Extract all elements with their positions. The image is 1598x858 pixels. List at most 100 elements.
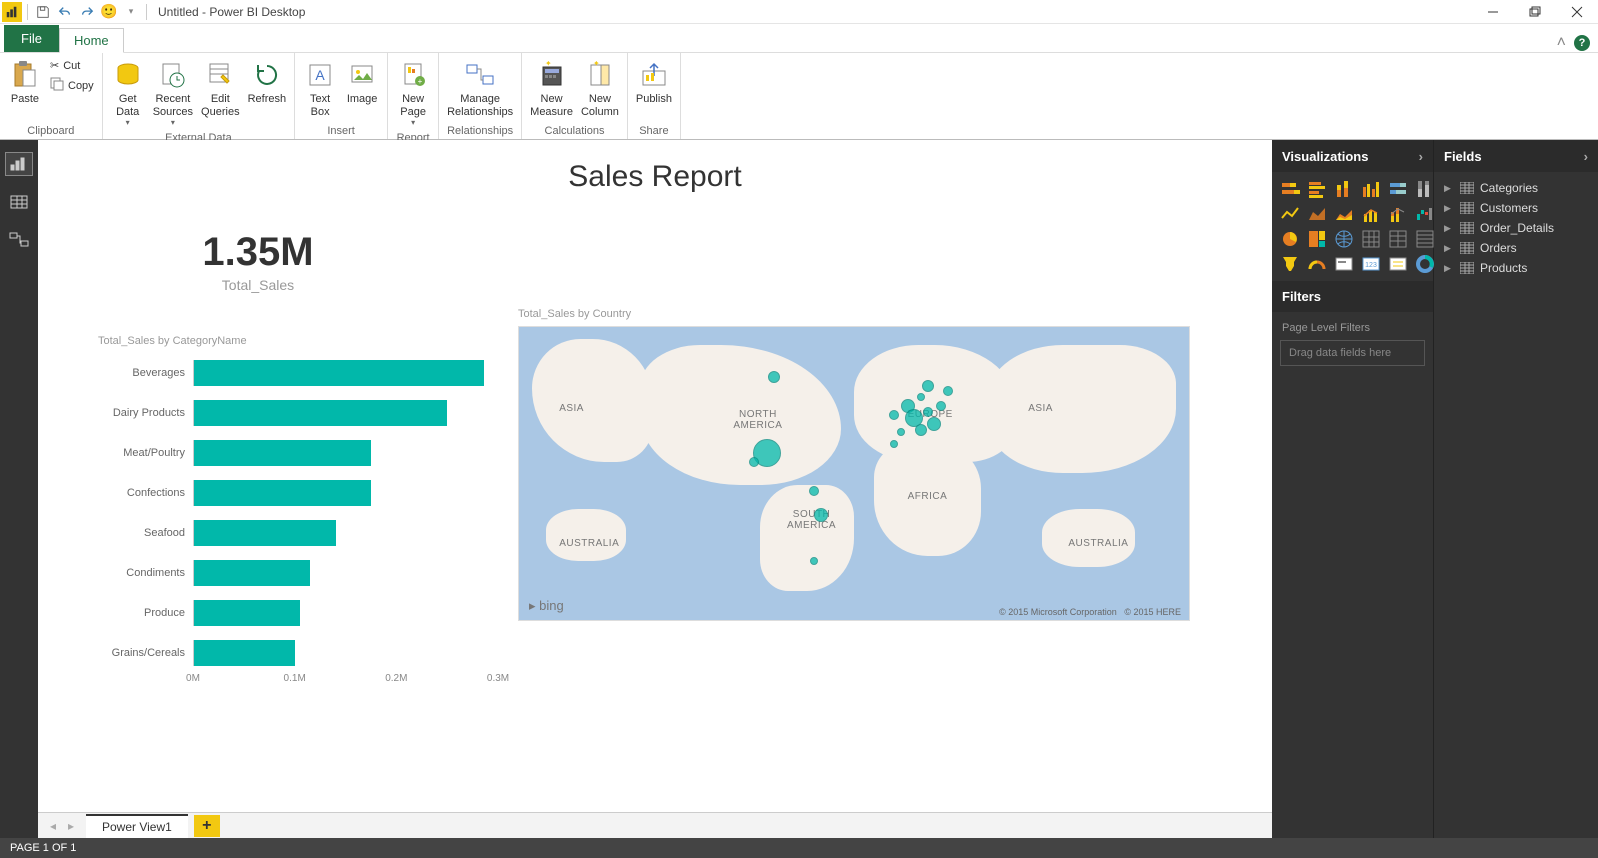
viz-type-gauge[interactable] [1305,253,1329,275]
viz-type-matrix[interactable] [1386,228,1410,250]
bar-row[interactable]: Meat/Poultry [98,439,498,467]
table-icon [1460,182,1474,194]
cut-button[interactable]: ✂Cut [46,57,98,74]
publish-button[interactable]: Publish [632,55,676,108]
table-icon [1460,262,1474,274]
bar-row[interactable]: Seafood [98,519,498,547]
expand-caret-icon: ▶ [1444,183,1454,194]
data-view-button[interactable] [5,190,33,214]
field-table-orders[interactable]: ▶Orders [1438,238,1594,258]
bar-fill [194,480,371,506]
save-icon[interactable] [33,2,53,22]
expand-caret-icon: ▶ [1444,243,1454,254]
viz-type-combo-line-col[interactable] [1359,203,1383,225]
bar-fill [194,400,447,426]
viz-type-funnel[interactable] [1278,253,1302,275]
text-box-icon: A [307,57,333,93]
viz-type-slicer[interactable] [1386,253,1410,275]
refresh-icon [254,57,280,93]
report-canvas[interactable]: Sales Report 1.35M Total_Sales Total_Sal… [38,140,1272,812]
new-column-icon: ✦ [587,57,613,93]
title-bar: 🙂 ▾ Untitled - Power BI Desktop [0,0,1598,24]
get-data-button[interactable]: Get Data▾ [107,55,149,129]
report-view-button[interactable] [5,152,33,176]
qat-customize-icon[interactable]: ▾ [121,2,141,22]
bar-chart-visual[interactable]: Total_Sales by CategoryName BeveragesDai… [98,335,498,687]
viz-type-line[interactable] [1278,203,1302,225]
recent-sources-button[interactable]: Recent Sources▾ [149,55,197,129]
viz-type-multi-card[interactable]: 123 [1359,253,1383,275]
add-page-button[interactable]: + [194,815,220,837]
viz-type-stacked-bar[interactable] [1278,178,1302,200]
bar-row[interactable]: Grains/Cereals [98,639,498,667]
chevron-right-icon: › [1584,149,1588,164]
new-page-button[interactable]: +New Page▾ [392,55,434,129]
collapse-ribbon-icon[interactable]: ˄ [1557,34,1566,52]
fields-header[interactable]: Fields › [1434,140,1598,172]
table-icon [1460,242,1474,254]
new-column-button[interactable]: ✦New Column [577,55,623,120]
map-title: Total_Sales by Country [518,308,1190,320]
viz-type-filled-map[interactable] [1359,228,1383,250]
map-area[interactable]: NORTH AMERICA SOUTH AMERICA EUROPE AFRIC… [518,326,1190,621]
kpi-card[interactable]: 1.35M Total_Sales [138,230,378,293]
bar-row[interactable]: Dairy Products [98,399,498,427]
edit-queries-button[interactable]: Edit Queries [197,55,244,120]
viz-type-clustered-bar[interactable] [1305,178,1329,200]
smiley-icon[interactable]: 🙂 [99,2,119,22]
help-icon[interactable]: ? [1574,35,1590,51]
tab-home[interactable]: Home [59,28,124,53]
viz-type-stacked-area[interactable] [1332,203,1356,225]
image-button[interactable]: Image [341,55,383,108]
page-tab-1[interactable]: Power View1 [86,814,188,838]
tab-file[interactable]: File [4,25,59,52]
kpi-value: 1.35M [138,230,378,275]
text-box-button[interactable]: AText Box [299,55,341,120]
viz-type-area[interactable] [1305,203,1329,225]
field-table-categories[interactable]: ▶ Categories [1438,178,1594,198]
field-table-customers[interactable]: ▶Customers [1438,198,1594,218]
viz-type-stacked-column[interactable] [1332,178,1356,200]
bar-row[interactable]: Condiments [98,559,498,587]
new-measure-button[interactable]: ✦New Measure [526,55,577,120]
close-button[interactable] [1556,0,1598,24]
page-next-button[interactable]: ▸ [62,817,80,835]
axis-tick: 0.3M [487,673,509,684]
refresh-button[interactable]: Refresh [244,55,291,108]
viz-type-stacked-bar-100[interactable] [1386,178,1410,200]
paste-icon [12,57,38,93]
map-visual[interactable]: Total_Sales by Country NORTH AMERICA SOU… [518,308,1190,621]
filters-header[interactable]: Filters [1272,281,1433,312]
bar-fill [194,360,484,386]
minimize-button[interactable] [1472,0,1514,24]
manage-relationships-button[interactable]: Manage Relationships [443,55,517,120]
viz-type-clustered-column[interactable] [1359,178,1383,200]
model-view-button[interactable] [5,228,33,252]
field-label: Categories [1480,181,1538,195]
publish-icon [640,57,668,93]
report-title: Sales Report [68,160,1242,194]
field-table-order_details[interactable]: ▶Order_Details [1438,218,1594,238]
viz-type-pie[interactable] [1278,228,1302,250]
viz-type-map[interactable] [1332,228,1356,250]
visualizations-header[interactable]: Visualizations › [1272,140,1433,172]
bar-row[interactable]: Produce [98,599,498,627]
get-data-icon [114,57,142,93]
paste-button[interactable]: Paste [4,55,46,108]
field-table-products[interactable]: ▶Products [1438,258,1594,278]
recent-sources-icon [160,57,186,93]
undo-icon[interactable] [55,2,75,22]
viz-type-card[interactable] [1332,253,1356,275]
bar-category-label: Produce [98,607,193,619]
filter-drop-zone[interactable]: Drag data fields here [1280,340,1425,366]
redo-icon[interactable] [77,2,97,22]
view-switcher [0,140,38,838]
maximize-button[interactable] [1514,0,1556,24]
copy-button[interactable]: Copy [46,75,98,96]
viz-type-treemap[interactable] [1305,228,1329,250]
page-prev-button[interactable]: ◂ [44,817,62,835]
viz-type-combo-line-col-stacked[interactable] [1386,203,1410,225]
bar-row[interactable]: Confections [98,479,498,507]
axis-tick: 0.2M [385,673,407,684]
bar-row[interactable]: Beverages [98,359,498,387]
